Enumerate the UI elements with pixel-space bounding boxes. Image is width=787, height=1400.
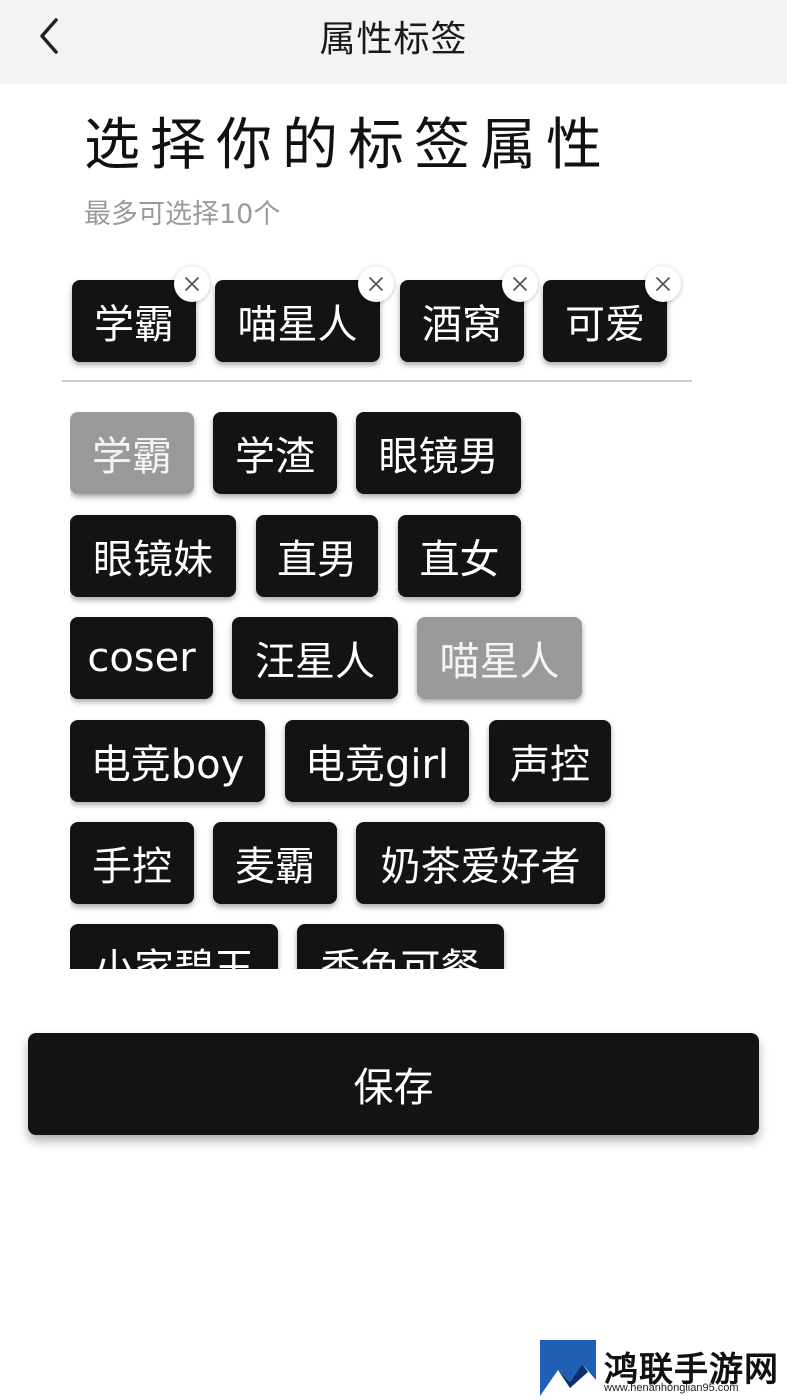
- tag-chip-label: 喵星人: [439, 639, 560, 685]
- tag-chip-label: 学霸: [92, 434, 172, 480]
- divider: [62, 380, 692, 382]
- tag-chip[interactable]: 学渣: [213, 412, 337, 494]
- tag-chip-label: coser: [87, 635, 196, 681]
- remove-tag-button[interactable]: [358, 266, 394, 302]
- tag-chip[interactable]: 喵星人: [417, 617, 582, 699]
- tag-chip-label: 小家碧玉: [94, 946, 254, 969]
- tag-chip[interactable]: 直男: [256, 515, 378, 597]
- tag-chip[interactable]: 电竞girl: [285, 720, 469, 802]
- close-icon: [656, 277, 670, 291]
- top-bar: 属性标签: [0, 0, 787, 84]
- remove-tag-button[interactable]: [174, 266, 210, 302]
- tag-chip[interactable]: 直女: [398, 515, 521, 597]
- tag-chip-label: 手控: [92, 844, 172, 890]
- tag-chip[interactable]: 汪星人: [232, 617, 398, 699]
- selected-tag-label: 喵星人: [237, 302, 358, 348]
- back-button[interactable]: [28, 14, 72, 58]
- save-button[interactable]: 保存: [28, 1033, 759, 1135]
- tag-chip-label: 眼镜妹: [93, 537, 213, 583]
- tag-chip-label: 奶茶爱好者: [380, 844, 581, 890]
- selected-tag-label: 学霸: [94, 302, 174, 348]
- close-icon: [513, 277, 527, 291]
- selected-tag[interactable]: 可爱: [543, 266, 681, 362]
- close-icon: [369, 277, 383, 291]
- selected-tag-label: 可爱: [565, 302, 645, 348]
- close-icon: [185, 277, 199, 291]
- tag-chip-label: 麦霸: [235, 844, 315, 890]
- selection-limit-hint: 最多可选择10个: [84, 199, 281, 230]
- selected-tag[interactable]: 学霸: [72, 266, 210, 362]
- tag-chip[interactable]: 学霸: [70, 412, 194, 494]
- page-title: 属性标签: [319, 19, 468, 60]
- tag-chip-label: 秀色可餐: [320, 946, 481, 969]
- selected-tag[interactable]: 酒窝: [400, 266, 538, 362]
- tag-chip-label: 直男: [277, 537, 357, 583]
- remove-tag-button[interactable]: [645, 266, 681, 302]
- tag-chip-label: 汪星人: [255, 639, 375, 685]
- tag-chip[interactable]: 麦霸: [213, 822, 337, 904]
- tag-chip[interactable]: coser: [70, 617, 213, 699]
- tag-chip-label: 直女: [419, 537, 500, 583]
- tag-chip-label: 电竞girl: [304, 742, 450, 788]
- section-heading: 选择你的标签属性: [84, 113, 612, 178]
- selected-tag-label: 酒窝: [422, 302, 502, 348]
- tag-chip[interactable]: 电竞boy: [70, 720, 265, 802]
- tag-chip[interactable]: 手控: [70, 822, 194, 904]
- tag-chip[interactable]: 眼镜男: [356, 412, 521, 494]
- watermark-logo-icon: [540, 1340, 596, 1396]
- watermark-url: www.henanhonglian95.com: [604, 1382, 739, 1394]
- remove-tag-button[interactable]: [502, 266, 538, 302]
- tag-chip[interactable]: 奶茶爱好者: [356, 822, 605, 904]
- selected-tag[interactable]: 喵星人: [215, 266, 394, 362]
- tag-chip-label: 电竞boy: [90, 742, 245, 788]
- selected-tags: 学霸 喵星人 酒窝 可爱: [72, 266, 712, 364]
- tag-chip[interactable]: 眼镜妹: [70, 515, 236, 597]
- tag-chip-label: 学渣: [235, 434, 315, 480]
- tag-chip-label: 眼镜男: [378, 434, 499, 480]
- watermark: 鸿联手游网 www.henanhonglian95.com: [540, 1340, 780, 1396]
- tag-chip-label: 声控: [510, 742, 590, 788]
- tag-pool: 学霸 学渣 眼镜男 眼镜妹 直男 直女 coser 汪星人 喵星人 电竞boy …: [70, 412, 670, 969]
- tag-chip[interactable]: 小家碧玉: [70, 924, 278, 969]
- tag-chip[interactable]: 秀色可餐: [297, 924, 504, 969]
- chevron-left-icon: [40, 18, 58, 54]
- tag-chip[interactable]: 声控: [489, 720, 611, 802]
